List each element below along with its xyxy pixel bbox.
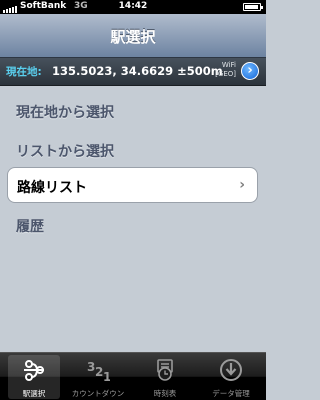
menu-item-label: リストから選択 (16, 144, 114, 160)
status-time: 14:42 (118, 1, 148, 11)
tab-bar: 駅選択 3 2 1 カウントダウン 時刻表 データ管理 (0, 352, 266, 400)
chevron-right-icon: › (239, 177, 245, 193)
menu-item-label: 履歴 (16, 219, 44, 235)
tab-timetable[interactable]: 時刻表 (139, 355, 191, 399)
battery-icon (243, 3, 263, 11)
tab-countdown[interactable]: 3 2 1 カウントダウン (72, 355, 125, 399)
location-source-provider: [GEO] (215, 70, 236, 78)
menu-item-list[interactable]: リストから選択 (0, 132, 266, 168)
tab-label: 駅選択 (22, 389, 46, 398)
tab-data-management[interactable]: データ管理 (205, 355, 257, 399)
page-title: 駅選択 (110, 28, 156, 46)
download-icon (220, 359, 242, 381)
timetable-icon (157, 359, 173, 381)
tab-label: カウントダウン (71, 389, 125, 398)
location-bar: 現在地: 135.5023, 34.6629 ±500m WiFi [GEO] … (0, 58, 266, 86)
menu-item-current-location[interactable]: 現在地から選択 (0, 93, 266, 129)
navigation-bar: 駅選択 (0, 14, 266, 58)
chevron-right-icon: › (247, 63, 253, 78)
location-label: 現在地: (6, 66, 42, 78)
location-coords: 135.5023, 34.6629 ±500m (52, 64, 223, 78)
tab-station-select[interactable]: 駅選択 (8, 355, 60, 399)
svg-text:1: 1 (103, 370, 110, 382)
station-select-icon (24, 360, 44, 381)
menu-item-route-list[interactable]: 路線リスト › (7, 167, 258, 203)
menu-item-label: 現在地から選択 (16, 105, 114, 121)
menu-item-label: 路線リスト (17, 180, 87, 196)
location-detail-button[interactable]: › (241, 62, 259, 80)
location-source: WiFi [GEO] (208, 61, 236, 79)
location-source-type: WiFi (221, 61, 236, 69)
tab-label: データ管理 (212, 389, 250, 398)
menu-item-history[interactable]: 履歴 (0, 207, 266, 243)
countdown-icon: 3 2 1 (87, 360, 110, 382)
status-bar: SoftBank 3G 14:42 (0, 0, 266, 14)
tab-label: 時刻表 (153, 389, 177, 398)
